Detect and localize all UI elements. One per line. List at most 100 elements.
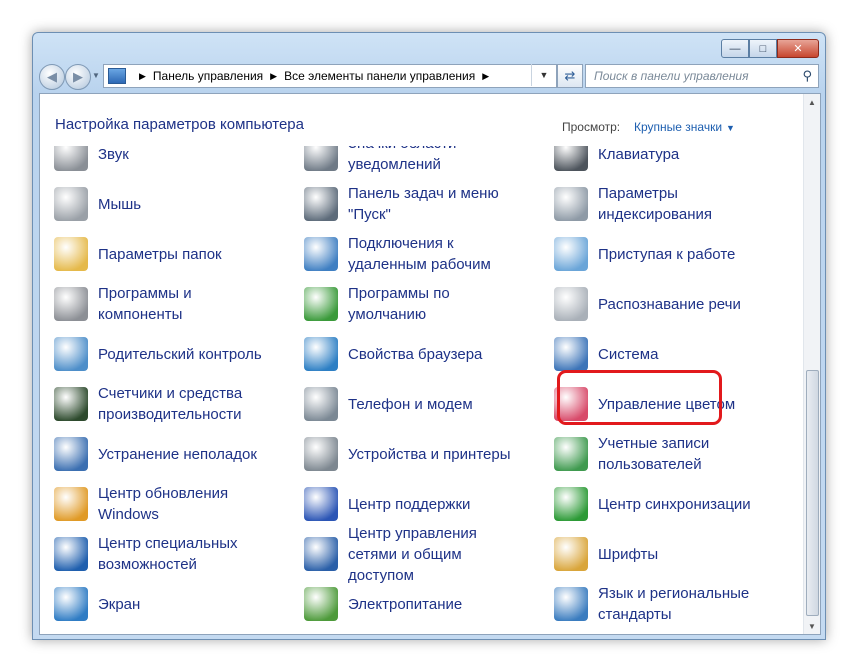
control-panel-item-label[interactable]: Устройства и принтеры [348, 444, 510, 465]
control-panel-item-label[interactable]: Родительский контроль [98, 344, 262, 365]
control-panel-item[interactable]: Язык и региональные стандарты [540, 580, 780, 628]
control-panel-item[interactable]: Параметры индексирования [540, 180, 780, 228]
control-panel-item-label[interactable]: Панель задач и меню "Пуск" [348, 183, 530, 225]
control-panel-item[interactable]: Экран [40, 580, 280, 628]
vertical-scrollbar[interactable]: ▲ ▼ [803, 94, 820, 634]
close-button[interactable]: ✕ [777, 39, 819, 58]
troubleshooting-icon [54, 437, 88, 471]
control-panel-item[interactable]: Счетчики и средства производительности [40, 380, 280, 428]
control-panel-item-label[interactable]: Центр поддержки [348, 494, 470, 515]
breadcrumb-all-items[interactable]: Все элементы панели управления [284, 69, 475, 83]
control-panel-item-label[interactable]: Свойства браузера [348, 344, 482, 365]
search-icon[interactable]: ⚲ [802, 68, 812, 84]
refresh-icon: ⇄ [564, 68, 576, 83]
scroll-up-icon[interactable]: ▲ [804, 94, 820, 110]
control-panel-item[interactable]: Панель задач и меню "Пуск" [290, 180, 530, 228]
control-panel-item[interactable]: Звук [40, 146, 280, 178]
control-panel-item[interactable]: Клавиатура [540, 146, 780, 178]
search-box[interactable]: ⚲ [585, 64, 819, 88]
breadcrumb-separator[interactable]: ▶ [139, 71, 146, 82]
default-programs-icon [304, 287, 338, 321]
control-panel-item[interactable]: Центр специальных возможностей [40, 530, 280, 578]
control-panel-item[interactable]: Распознавание речи [540, 280, 780, 328]
control-panel-item[interactable]: Программы по умолчанию [290, 280, 530, 328]
control-panel-item[interactable]: Мышь [40, 180, 280, 228]
control-panel-item-label[interactable]: Устранение неполадок [98, 444, 257, 465]
navigation-bar: ◀ ▶ ▼ ▶ Панель управления ▶ Все элементы… [39, 63, 819, 90]
mouse-icon [54, 187, 88, 221]
control-panel-item-label[interactable]: Телефон и модем [348, 394, 473, 415]
control-panel-item-label[interactable]: Параметры индексирования [598, 183, 780, 225]
chevron-down-icon[interactable]: ▼ [726, 123, 735, 133]
control-panel-item-label[interactable]: Звук [98, 146, 129, 165]
display-icon [54, 587, 88, 621]
control-panel-item-label[interactable]: Центр обновления Windows [98, 483, 280, 525]
control-panel-item[interactable]: Свойства браузера [290, 330, 530, 378]
breadcrumb-separator[interactable]: ▶ [270, 71, 277, 82]
control-panel-item[interactable]: Центр обновления Windows [40, 480, 280, 528]
control-panel-item-label[interactable]: Подключения к удаленным рабочим [348, 233, 530, 275]
getting-started-icon [554, 237, 588, 271]
programs-icon [54, 287, 88, 321]
maximize-button[interactable]: □ [749, 39, 777, 58]
address-bar[interactable]: ▶ Панель управления ▶ Все элементы панел… [103, 64, 557, 88]
view-by-value[interactable]: Крупные значки [634, 120, 722, 134]
control-panel-item-label[interactable]: Система [598, 344, 658, 365]
control-panel-item[interactable]: Приступая к работе [540, 230, 780, 278]
control-panel-item[interactable]: Телефон и модем [290, 380, 530, 428]
scroll-down-icon[interactable]: ▼ [804, 618, 820, 634]
breadcrumb-separator[interactable]: ▶ [482, 71, 489, 82]
control-panel-item[interactable]: Электропитание [290, 580, 530, 628]
control-panel-item-label[interactable]: Программы и компоненты [98, 283, 280, 325]
control-panel-item-label[interactable]: Программы по умолчанию [348, 283, 530, 325]
search-input[interactable] [592, 68, 796, 84]
control-panel-item[interactable]: Шрифты [540, 530, 780, 578]
control-panel-item-label[interactable]: Электропитание [348, 594, 462, 615]
control-panel-item[interactable]: Параметры папок [40, 230, 280, 278]
control-panel-item-label[interactable]: Приступая к работе [598, 244, 735, 265]
power-options-icon [304, 587, 338, 621]
control-panel-item[interactable]: Устранение неполадок [40, 430, 280, 478]
control-panel-item[interactable]: Программы и компоненты [40, 280, 280, 328]
region-language-icon [554, 587, 588, 621]
caption-buttons: — □ ✕ [721, 39, 819, 58]
control-panel-item-label[interactable]: Значки области уведомлений [348, 146, 530, 175]
remote-connections-icon [304, 237, 338, 271]
control-panel-item-label[interactable]: Язык и региональные стандарты [598, 583, 780, 625]
control-panel-item-label[interactable]: Шрифты [598, 544, 658, 565]
control-panel-item-label[interactable]: Центр синхронизации [598, 494, 751, 515]
control-panel-item-label[interactable]: Клавиатура [598, 146, 679, 165]
control-panel-item-label[interactable]: Счетчики и средства производительности [98, 383, 280, 425]
control-panel-item[interactable]: Центр управления сетями и общим доступом [290, 525, 530, 584]
control-panel-item-label[interactable]: Распознавание речи [598, 294, 741, 315]
scrollbar-thumb[interactable] [806, 370, 819, 616]
minimize-button[interactable]: — [721, 39, 749, 58]
control-panel-item[interactable]: Центр синхронизации [540, 480, 780, 528]
parental-control-icon [54, 337, 88, 371]
control-panel-item[interactable]: Значки области уведомлений [290, 146, 530, 178]
recent-pages-dropdown-icon[interactable]: ▼ [92, 71, 100, 80]
control-panel-item[interactable]: Учетные записи пользователей [540, 430, 780, 478]
control-panel-item[interactable]: Родительский контроль [40, 330, 280, 378]
control-panel-item-label[interactable]: Учетные записи пользователей [598, 433, 780, 475]
back-button[interactable]: ◀ [39, 64, 65, 90]
notification-area-icon [304, 146, 338, 171]
control-panel-icon [108, 68, 126, 84]
control-panel-item[interactable]: Устройства и принтеры [290, 430, 530, 478]
address-dropdown-icon[interactable]: ▼ [531, 64, 556, 86]
control-panel-item-label[interactable]: Параметры папок [98, 244, 222, 265]
forward-button[interactable]: ▶ [65, 64, 91, 90]
control-panel-item[interactable]: Подключения к удаленным рабочим [290, 230, 530, 278]
folder-options-icon [54, 237, 88, 271]
fonts-icon [554, 537, 588, 571]
control-panel-item-label[interactable]: Центр специальных возможностей [98, 533, 280, 575]
control-panel-item-label[interactable]: Экран [98, 594, 140, 615]
performance-icon [54, 387, 88, 421]
breadcrumb-control-panel[interactable]: Панель управления [153, 69, 263, 83]
control-panel-item-label[interactable]: Мышь [98, 194, 141, 215]
sync-center-icon [554, 487, 588, 521]
view-by-dropdown[interactable]: Крупные значки ▼ [634, 120, 735, 134]
refresh-button[interactable]: ⇄ [557, 64, 583, 88]
control-panel-item[interactable]: Центр поддержки [290, 480, 530, 528]
control-panel-item-label[interactable]: Центр управления сетями и общим доступом [348, 523, 530, 586]
